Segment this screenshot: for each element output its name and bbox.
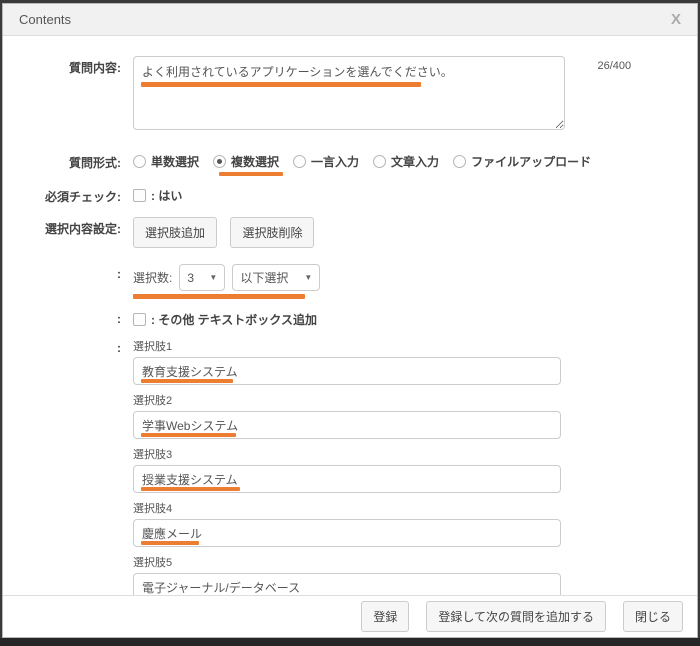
radio-option-single-select[interactable]: 単数選択 — [133, 153, 199, 170]
choice-label: 選択肢3 — [133, 446, 683, 462]
choices-row-label: : — [3, 338, 121, 355]
modal-body: 質問内容: よく利用されているアプリケーションを選んでください。 26/400 … — [3, 36, 697, 597]
radio-icon[interactable] — [373, 155, 386, 168]
add-choice-button[interactable]: 選択肢追加 — [133, 217, 217, 248]
required-check-row: 必須チェック: : はい — [3, 185, 683, 205]
question-content-label: 質問内容: — [3, 56, 121, 76]
radio-option-file-upload[interactable]: ファイルアップロード — [453, 153, 591, 170]
remove-choice-button[interactable]: 選択肢削除 — [230, 217, 314, 248]
choice-label: 選択肢1 — [133, 338, 683, 354]
annotation-underline — [141, 433, 236, 437]
modal-header: Contents X — [3, 4, 697, 36]
radio-icon[interactable] — [293, 155, 306, 168]
annotation-underline — [141, 82, 421, 87]
annotation-underline — [141, 487, 240, 491]
radio-icon[interactable] — [133, 155, 146, 168]
choice-label: 選択肢5 — [133, 554, 683, 570]
close-button[interactable]: 閉じる — [623, 601, 683, 632]
required-option-label: : はい — [151, 187, 182, 204]
required-check-label: 必須チェック: — [3, 185, 121, 205]
selection-count-label: 選択数: — [133, 269, 172, 286]
annotation-underline — [133, 294, 305, 299]
annotation-underline — [219, 172, 283, 176]
question-content-textarea[interactable]: よく利用されているアプリケーションを選んでください。 — [133, 56, 565, 130]
selection-mode-dropdown[interactable]: 以下選択 ▼ — [232, 264, 320, 291]
dropdown-caret-icon: ▼ — [304, 273, 312, 282]
radio-icon[interactable] — [453, 155, 466, 168]
choice-group-5: 選択肢5 — [133, 554, 683, 601]
radio-icon[interactable] — [213, 155, 226, 168]
choice-group-3: 選択肢3 — [133, 446, 683, 493]
other-option-checkbox[interactable] — [133, 313, 146, 326]
register-and-next-button[interactable]: 登録して次の質問を追加する — [426, 601, 606, 632]
choice-group-1: 選択肢1 — [133, 338, 683, 385]
contents-modal: Contents X 質問内容: よく利用されているアプリケーションを選んでくだ… — [2, 3, 698, 638]
annotation-underline — [141, 379, 233, 383]
other-option-label: : その他 テキストボックス追加 — [151, 311, 317, 328]
other-option-row: : : その他 テキストボックス追加 — [3, 309, 683, 328]
choice-label: 選択肢2 — [133, 392, 683, 408]
choice-group-4: 選択肢4 — [133, 500, 683, 547]
choice-label: 選択肢4 — [133, 500, 683, 516]
page-background: Contents X 質問内容: よく利用されているアプリケーションを選んでくだ… — [0, 0, 700, 646]
radio-option-multi-select[interactable]: 複数選択 — [213, 153, 279, 170]
choices-row: : 選択肢1 選択肢2 — [3, 338, 683, 608]
selection-count-row: : 選択数: 3 ▼ 以下選択 ▼ — [3, 264, 683, 291]
question-format-row: 質問形式: 単数選択 複数選択 一言入力 — [3, 151, 683, 171]
choice-group-2: 選択肢2 — [133, 392, 683, 439]
choice-settings-label: 選択内容設定: — [3, 217, 121, 237]
choice-settings-row: 選択内容設定: 選択肢追加 選択肢削除 — [3, 217, 683, 248]
annotation-underline — [141, 541, 199, 545]
required-checkbox[interactable] — [133, 189, 146, 202]
register-button[interactable]: 登録 — [361, 601, 409, 632]
question-content-row: 質問内容: よく利用されているアプリケーションを選んでください。 26/400 — [3, 56, 683, 135]
char-counter: 26/400 — [597, 58, 631, 72]
selection-count-dropdown[interactable]: 3 ▼ — [179, 264, 225, 291]
selection-count-row-label: : — [3, 264, 121, 281]
other-option-row-label: : — [3, 309, 121, 326]
modal-footer: 登録 登録して次の質問を追加する 閉じる — [3, 595, 697, 637]
modal-title: Contents — [19, 12, 71, 27]
close-icon[interactable]: X — [671, 11, 681, 28]
question-format-label: 質問形式: — [3, 151, 121, 171]
dropdown-caret-icon: ▼ — [209, 273, 217, 282]
radio-option-short-text[interactable]: 一言入力 — [293, 153, 359, 170]
radio-option-long-text[interactable]: 文章入力 — [373, 153, 439, 170]
